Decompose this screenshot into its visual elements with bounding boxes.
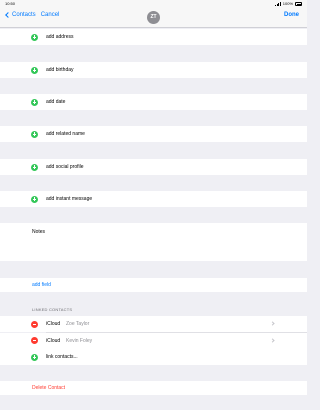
linked-contact-row[interactable]: iCloud Zoe Taylor	[0, 316, 307, 332]
battery-icon	[295, 2, 302, 6]
navigation-bar: Contacts Cancel ZT Done	[0, 8, 307, 28]
chevron-right-icon	[270, 321, 275, 326]
add-birthday-row[interactable]: add birthday	[0, 62, 307, 78]
battery-percentage: 100%	[282, 1, 293, 6]
plus-icon[interactable]	[31, 195, 38, 203]
link-contacts-row[interactable]: link contacts...	[0, 349, 307, 365]
chevron-right-icon	[270, 337, 275, 343]
add-field-button[interactable]: add field	[32, 278, 51, 292]
status-indicators: 100%	[275, 0, 302, 8]
row-label: add social profile	[46, 164, 84, 170]
link-contacts-label: link contacts...	[46, 354, 78, 360]
status-bar: 10:50 100%	[0, 0, 307, 8]
row-label: add instant message	[46, 196, 93, 202]
delete-contact-button[interactable]: Delete Contact	[32, 381, 65, 395]
linked-contacts-header: LINKED CONTACTS	[32, 307, 73, 312]
plus-icon[interactable]	[31, 66, 38, 74]
cancel-button[interactable]: Cancel	[41, 12, 60, 18]
plus-icon[interactable]	[31, 98, 38, 106]
delete-contact-row[interactable]: Delete Contact	[0, 381, 307, 395]
add-social-profile-row[interactable]: add social profile	[0, 159, 307, 175]
plus-icon[interactable]	[31, 33, 38, 41]
linked-contact-name: Kevin Foley	[66, 337, 93, 344]
notes-field[interactable]: Notes	[0, 223, 307, 261]
minus-icon[interactable]	[31, 320, 38, 328]
plus-icon[interactable]	[31, 163, 38, 171]
add-related-name-row[interactable]: add related name	[0, 126, 307, 142]
minus-icon[interactable]	[31, 337, 38, 344]
done-button[interactable]: Done	[284, 12, 299, 18]
chevron-left-icon[interactable]	[5, 12, 11, 18]
add-field-row[interactable]: add field	[0, 278, 307, 292]
avatar[interactable]: ZT	[147, 11, 160, 24]
notes-label: Notes	[32, 229, 46, 235]
linked-contact-name: Zoe Taylor	[66, 321, 90, 327]
plus-icon[interactable]	[31, 353, 38, 361]
row-label: add birthday	[46, 67, 74, 73]
linked-contact-row[interactable]: iCloud Kevin Foley	[0, 332, 307, 349]
linked-contact-service: iCloud	[46, 321, 61, 327]
nav-left-group: Contacts Cancel	[5, 12, 60, 18]
signal-icon	[275, 2, 281, 6]
row-label: add related name	[46, 131, 85, 137]
linked-contact-service: iCloud	[46, 337, 61, 344]
add-date-row[interactable]: add date	[0, 94, 307, 110]
add-instant-message-row[interactable]: add instant message	[0, 191, 307, 207]
add-address-row[interactable]: add address	[0, 29, 307, 45]
plus-icon[interactable]	[31, 130, 38, 138]
back-button[interactable]: Contacts	[12, 12, 36, 18]
row-label: add address	[46, 34, 74, 40]
row-label: add date	[46, 99, 66, 105]
status-time: 10:50	[5, 1, 16, 6]
